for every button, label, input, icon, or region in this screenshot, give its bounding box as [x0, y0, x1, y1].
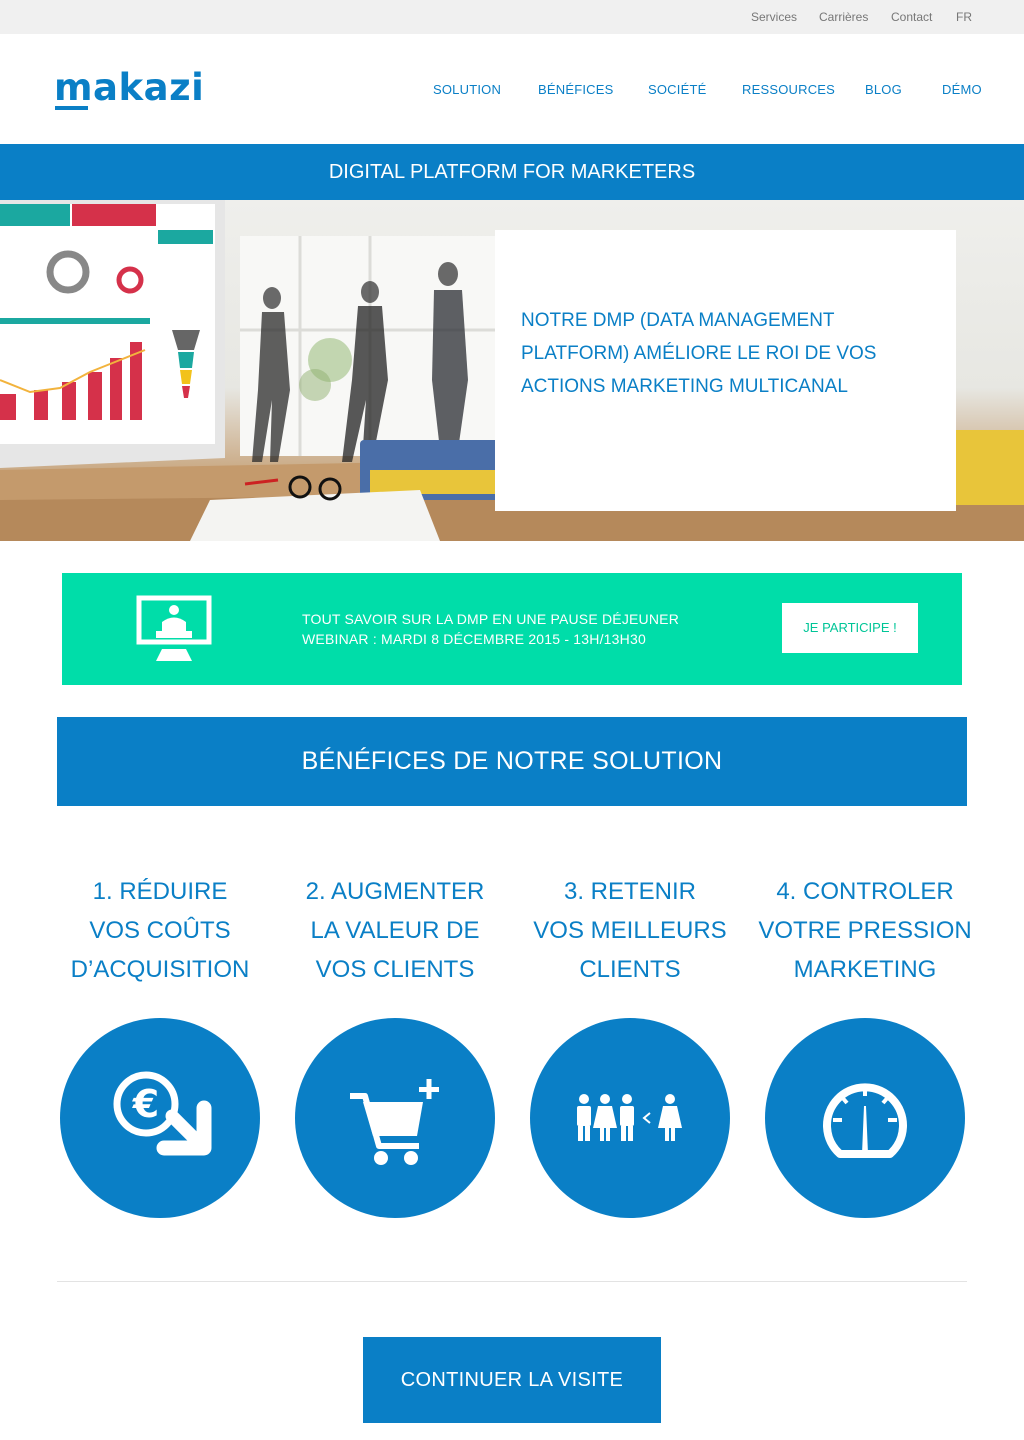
- benefit-3: 3. RETENIR VOS MEILLEURS CLIENTS: [520, 872, 740, 989]
- benefit-2: 2. AUGMENTER LA VALEUR DE VOS CLIENTS: [285, 872, 505, 989]
- benefit-title-line: LA VALEUR DE: [310, 917, 480, 944]
- benefit-title-line: 3. RETENIR: [563, 878, 697, 905]
- benefit-1-circle[interactable]: €: [60, 1018, 260, 1218]
- site-logo[interactable]: makazi: [54, 66, 204, 112]
- promo-title: TOUT SAVOIR SUR LA DMP EN UNE PAUSE DÉJE…: [302, 611, 680, 627]
- benefit-title-line: VOS CLIENTS: [315, 956, 475, 983]
- nav-ressources[interactable]: RESSOURCES: [742, 82, 835, 97]
- utility-bar: Services Carrières Contact FR: [0, 0, 1024, 34]
- svg-text:€: €: [132, 1082, 159, 1126]
- benefit-4: 4. CONTROLER VOTRE PRESSION MARKETING: [755, 872, 975, 989]
- benefit-title-line: 2. AUGMENTER: [305, 878, 485, 905]
- benefit-4-circle[interactable]: [765, 1018, 965, 1218]
- euro-down-icon: €: [113, 1071, 212, 1156]
- benefit-title-line: VOTRE PRESSION: [758, 917, 972, 944]
- continue-visit-button[interactable]: CONTINUER LA VISITE: [363, 1337, 661, 1423]
- hero-headline-card: NOTRE DMP (DATA MANAGEMENT PLATFORM) AMÉ…: [495, 230, 956, 511]
- nav-demo[interactable]: DÉMO: [942, 82, 982, 97]
- benefit-title-line: CLIENTS: [579, 956, 681, 983]
- hero-section: NOTRE DMP (DATA MANAGEMENT PLATFORM) AMÉ…: [0, 200, 1024, 541]
- language-switch[interactable]: FR: [956, 10, 972, 24]
- benefit-title-line: MARKETING: [793, 956, 937, 983]
- gauge-icon: [823, 1083, 907, 1158]
- people-icon: [577, 1094, 682, 1141]
- nav-benefices[interactable]: BÉNÉFICES: [538, 82, 613, 97]
- cart-plus-icon: [350, 1079, 439, 1165]
- participate-button[interactable]: JE PARTICIPE !: [782, 603, 918, 653]
- benefit-3-circle[interactable]: [530, 1018, 730, 1218]
- benefit-title-line: D’ACQUISITION: [70, 956, 250, 983]
- benefit-1: 1. RÉDUIRE VOS COÛTS D’ACQUISITION: [50, 872, 270, 989]
- benefit-title: 4. CONTROLER VOTRE PRESSION MARKETING: [755, 872, 975, 989]
- logo-wordmark: makazi: [54, 66, 205, 109]
- nav-blog[interactable]: BLOG: [865, 82, 902, 97]
- tagline-banner: DIGITAL PLATFORM FOR MARKETERS: [0, 144, 1024, 200]
- benefit-title: 3. RETENIR VOS MEILLEURS CLIENTS: [520, 872, 740, 989]
- nav-solution[interactable]: SOLUTION: [433, 82, 501, 97]
- hero-headline: NOTRE DMP (DATA MANAGEMENT PLATFORM) AMÉ…: [521, 310, 877, 397]
- benefit-title-line: VOS COÛTS: [89, 917, 231, 944]
- careers-link[interactable]: Carrières: [819, 10, 868, 24]
- promo-date: WEBINAR : MARDI 8 DÉCEMBRE 2015 - 13H/13…: [302, 631, 646, 647]
- nav-societe[interactable]: SOCIÉTÉ: [648, 82, 706, 97]
- services-link[interactable]: Services: [751, 10, 797, 24]
- benefit-title-line: 4. CONTROLER: [776, 878, 954, 905]
- webinar-presenter-icon: [136, 595, 212, 661]
- webinar-promo: TOUT SAVOIR SUR LA DMP EN UNE PAUSE DÉJE…: [62, 573, 962, 685]
- benefit-title: 1. RÉDUIRE VOS COÛTS D’ACQUISITION: [50, 872, 270, 989]
- benefit-title: 2. AUGMENTER LA VALEUR DE VOS CLIENTS: [285, 872, 505, 989]
- contact-link[interactable]: Contact: [891, 10, 932, 24]
- section-divider: [57, 1281, 967, 1282]
- benefit-2-circle[interactable]: [295, 1018, 495, 1218]
- benefit-title-line: VOS MEILLEURS: [533, 917, 727, 944]
- benefit-title-line: 1. RÉDUIRE: [92, 878, 228, 905]
- logo-underline: [55, 106, 88, 110]
- benefits-heading: BÉNÉFICES DE NOTRE SOLUTION: [57, 717, 967, 806]
